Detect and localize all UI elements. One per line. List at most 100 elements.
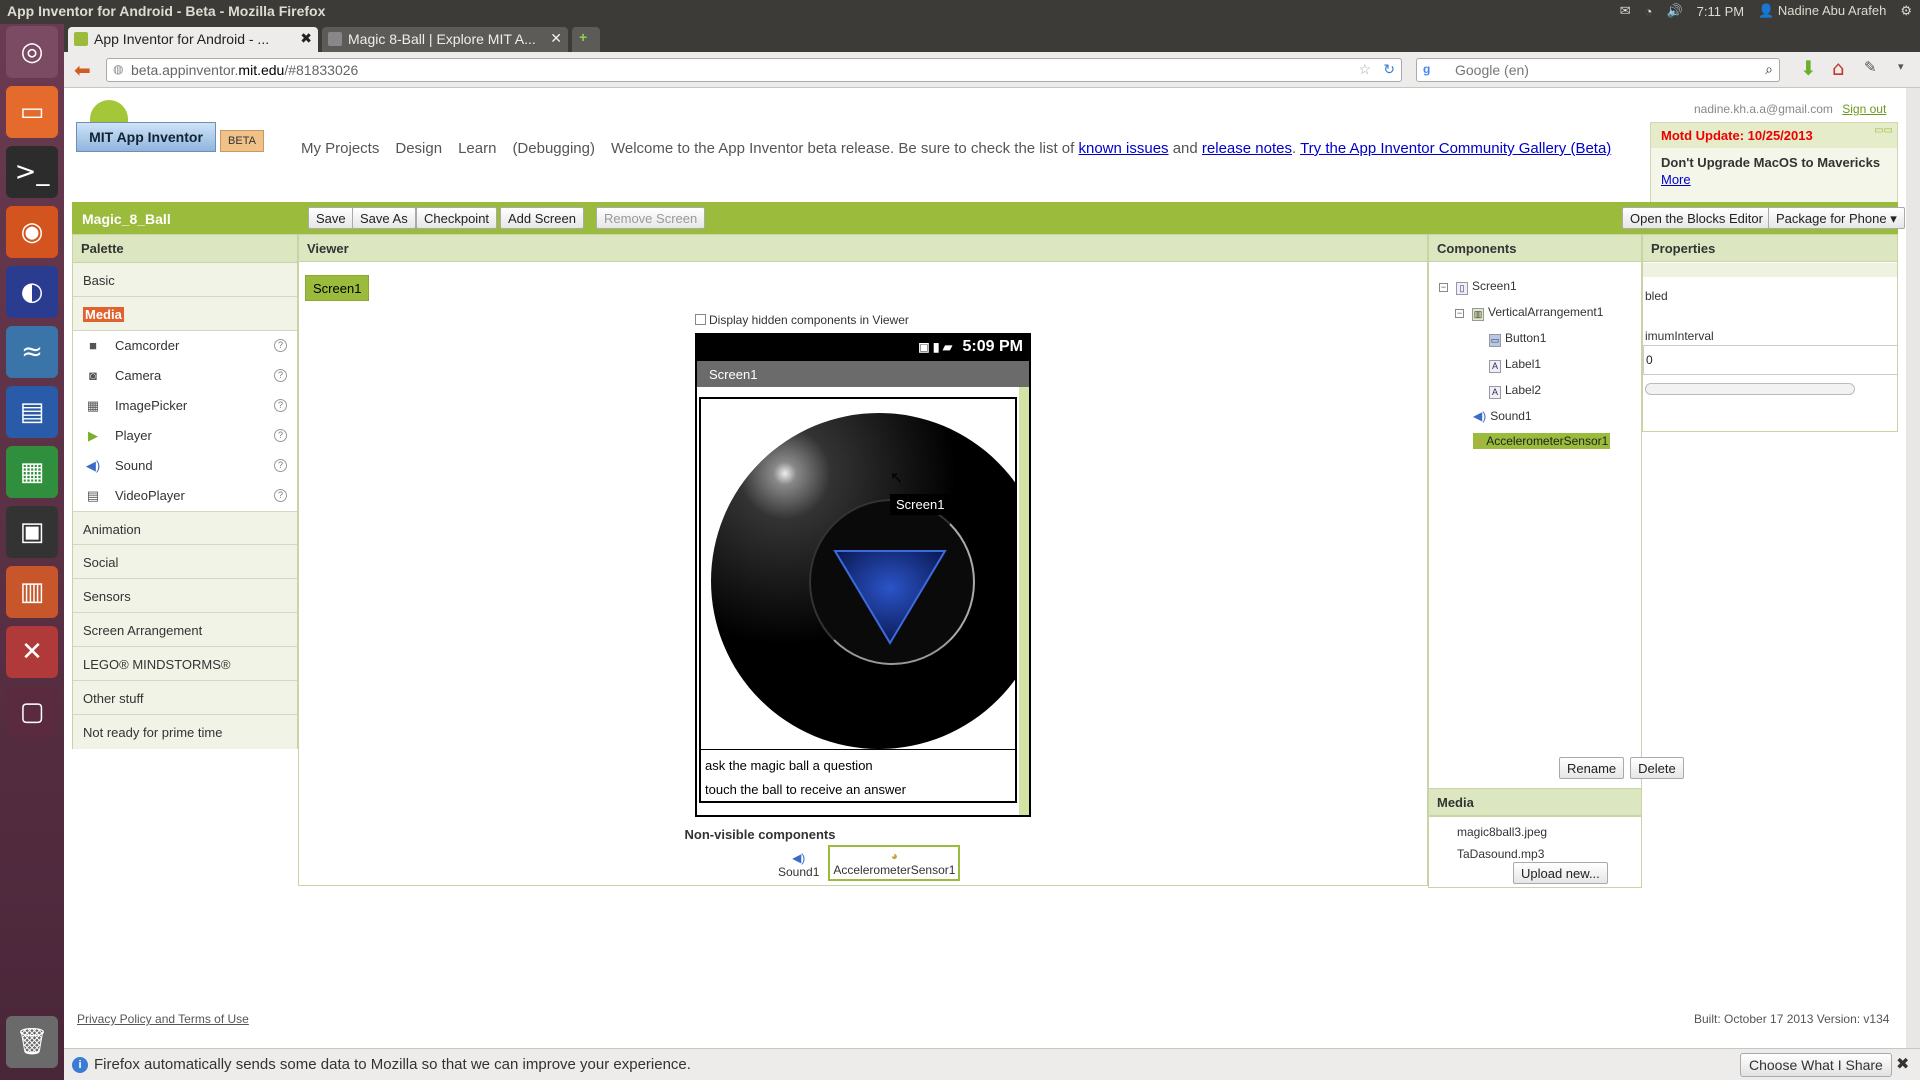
privacy-policy-link[interactable]: Privacy Policy and Terms of Use (77, 1012, 249, 1026)
tree-verticalarrangement1[interactable]: − ▥ VerticalArrangement1 (1455, 305, 1603, 321)
palette-item-videoplayer[interactable]: ▤ VideoPlayer? (73, 481, 297, 511)
search-icon[interactable]: ⌕ (1765, 61, 1773, 78)
tab-app-inventor[interactable]: App Inventor for Android - ... ✖ (68, 27, 318, 52)
package-for-phone-button[interactable]: Package for Phone ▾ (1768, 207, 1905, 229)
help-icon[interactable]: ? (274, 489, 287, 502)
media-file[interactable]: magic8ball3.jpeg (1457, 825, 1547, 839)
clock[interactable]: 7:11 PM (1697, 4, 1744, 19)
label2[interactable]: touch the ball to receive an answer (701, 774, 1015, 798)
community-gallery-link[interactable]: Try the App Inventor Community Gallery (… (1300, 140, 1611, 157)
nonvisible-sound1[interactable]: ◀) Sound1 (775, 849, 822, 881)
palette-category-social[interactable]: Social (73, 545, 297, 579)
terminal-icon[interactable]: >_ (6, 146, 58, 198)
save-as-button[interactable]: Save As (352, 207, 416, 229)
palette-item-sound[interactable]: ◀) Sound? (73, 451, 297, 481)
magic-8-ball-button[interactable] (711, 413, 1015, 749)
properties-horizontal-scrollbar[interactable] (1645, 383, 1855, 395)
new-tab-plus-icon[interactable]: + (572, 27, 600, 52)
label1[interactable]: ask the magic ball a question (701, 750, 1015, 774)
property-interval-input[interactable]: 0 (1643, 345, 1897, 375)
display-hidden-checkbox[interactable]: Display hidden components in Viewer (695, 313, 909, 327)
media-file[interactable]: TaDasound.mp3 (1457, 847, 1544, 861)
nav-debugging[interactable]: (Debugging) (512, 140, 595, 157)
add-screen-button[interactable]: Add Screen (500, 207, 584, 229)
settings-gear-icon[interactable]: ⚙ (1900, 3, 1912, 19)
choose-what-i-share-button[interactable]: Choose What I Share (1740, 1053, 1892, 1077)
screen-selector-button[interactable]: Screen1 (305, 275, 370, 301)
workspace-switcher-icon[interactable]: ▢ (6, 686, 58, 738)
collapse-icon[interactable]: − (1455, 309, 1464, 318)
sign-out-link[interactable]: Sign out (1842, 102, 1886, 116)
palette-category-lego-mindstorms[interactable]: LEGO® MINDSTORMS® (73, 647, 297, 681)
tab-magic-8-ball[interactable]: Magic 8-Ball | Explore MIT A... ✕ (322, 27, 568, 52)
tree-label1[interactable]: A Label1 (1489, 357, 1541, 373)
palette-item-player[interactable]: ▶ Player? (73, 421, 297, 451)
upload-new-button[interactable]: Upload new... (1513, 862, 1608, 884)
release-notes-link[interactable]: release notes (1202, 140, 1292, 157)
palette-category-sensors[interactable]: Sensors (73, 579, 297, 613)
phone-scrollbar[interactable] (1019, 387, 1029, 815)
collapse-icon[interactable]: − (1439, 283, 1448, 292)
remove-screen-button[interactable]: Remove Screen (596, 207, 706, 229)
writer-icon[interactable]: ▤ (6, 386, 58, 438)
tree-label2[interactable]: A Label2 (1489, 383, 1541, 399)
mail-icon[interactable]: ✉ (1620, 3, 1631, 19)
url-bar[interactable]: ◍ beta.appinventor.mit.edu/#81833026 ☆ ↻ (106, 58, 1402, 82)
addon-icon[interactable]: ✎ (1864, 58, 1877, 76)
help-icon[interactable]: ? (274, 399, 287, 412)
tree-button1[interactable]: ▭ Button1 (1489, 331, 1546, 347)
help-icon[interactable]: ? (274, 429, 287, 442)
system-settings-icon[interactable]: ✕ (6, 626, 58, 678)
palette-category-not-ready[interactable]: Not ready for prime time (73, 715, 297, 749)
menu-chevron-down-icon[interactable]: ▾ (1898, 60, 1904, 73)
delete-button[interactable]: Delete (1630, 757, 1684, 779)
checkpoint-button[interactable]: Checkpoint (416, 207, 498, 229)
palette-category-screen-arrangement[interactable]: Screen Arrangement (73, 613, 297, 647)
tree-sound1[interactable]: ◀) Sound1 (1473, 409, 1532, 423)
known-issues-link[interactable]: known issues (1079, 140, 1169, 157)
palette-category-animation[interactable]: Animation (73, 511, 297, 545)
bookmark-star-icon[interactable]: ☆ (1358, 61, 1371, 78)
wifi-icon[interactable]: ◔ (1645, 4, 1653, 19)
nav-learn[interactable]: Learn (458, 140, 496, 157)
save-button[interactable]: Save (308, 207, 354, 229)
volume-icon[interactable]: 🔊 (1666, 3, 1682, 19)
firefox-icon[interactable]: ◉ (6, 206, 58, 258)
tree-accelerometersensor1[interactable]: ◕ AccelerometerSensor1 (1473, 433, 1611, 449)
palette-item-camera[interactable]: ◙ Camera? (73, 361, 297, 391)
tree-screen1[interactable]: − ▯ Screen1 (1439, 279, 1517, 295)
close-tab-icon[interactable]: ✕ (550, 30, 562, 47)
downloads-arrow-icon[interactable]: ⬇ (1800, 56, 1817, 80)
nav-design[interactable]: Design (395, 140, 442, 157)
palette-category-other-stuff[interactable]: Other stuff (73, 681, 297, 715)
page-scrollbar[interactable] (1906, 88, 1920, 1048)
dash-home-icon[interactable]: ◎ (6, 26, 58, 78)
trash-icon[interactable]: 🗑 (6, 1016, 58, 1068)
close-notification-icon[interactable]: ✖ (1896, 1054, 1909, 1074)
nonvisible-accelerometer[interactable]: ◕ AccelerometerSensor1 (828, 845, 961, 881)
impress-icon[interactable]: ▥ (6, 566, 58, 618)
palette-item-camcorder[interactable]: ■ Camcorder? (73, 331, 297, 361)
calc-icon[interactable]: ▦ (6, 446, 58, 498)
palette-category-basic[interactable]: Basic (73, 263, 297, 297)
user-menu[interactable]: 👤 Nadine Abu Arafeh (1758, 3, 1886, 19)
python-icon[interactable]: ≈ (6, 326, 58, 378)
help-icon[interactable]: ? (274, 339, 287, 352)
eclipse-icon[interactable]: ◐ (6, 266, 58, 318)
palette-category-media[interactable]: Media (73, 297, 297, 331)
close-tab-icon[interactable]: ✖ (300, 30, 312, 47)
open-blocks-editor-button[interactable]: Open the Blocks Editor (1622, 207, 1771, 229)
motd-more-link[interactable]: More (1661, 172, 1691, 187)
reload-icon[interactable]: ↻ (1383, 61, 1395, 78)
files-icon[interactable]: ▭ (6, 86, 58, 138)
nav-my-projects[interactable]: My Projects (301, 140, 379, 157)
search-bar[interactable]: g Google (en) ⌕ (1416, 58, 1780, 82)
rename-button[interactable]: Rename (1559, 757, 1625, 779)
app-icon[interactable]: ▣ (6, 506, 58, 558)
help-icon[interactable]: ? (274, 369, 287, 382)
help-icon[interactable]: ? (274, 459, 287, 472)
mit-app-inventor-logo[interactable]: MIT App Inventor BETA (74, 100, 264, 160)
back-arrow-icon[interactable]: ⬅ (74, 58, 91, 82)
palette-item-imagepicker[interactable]: ▦ ImagePicker? (73, 391, 297, 421)
phone-preview[interactable]: ▣ ▮ ▰ 5:09 PM Screen1 ask the magic ball… (695, 333, 1031, 817)
